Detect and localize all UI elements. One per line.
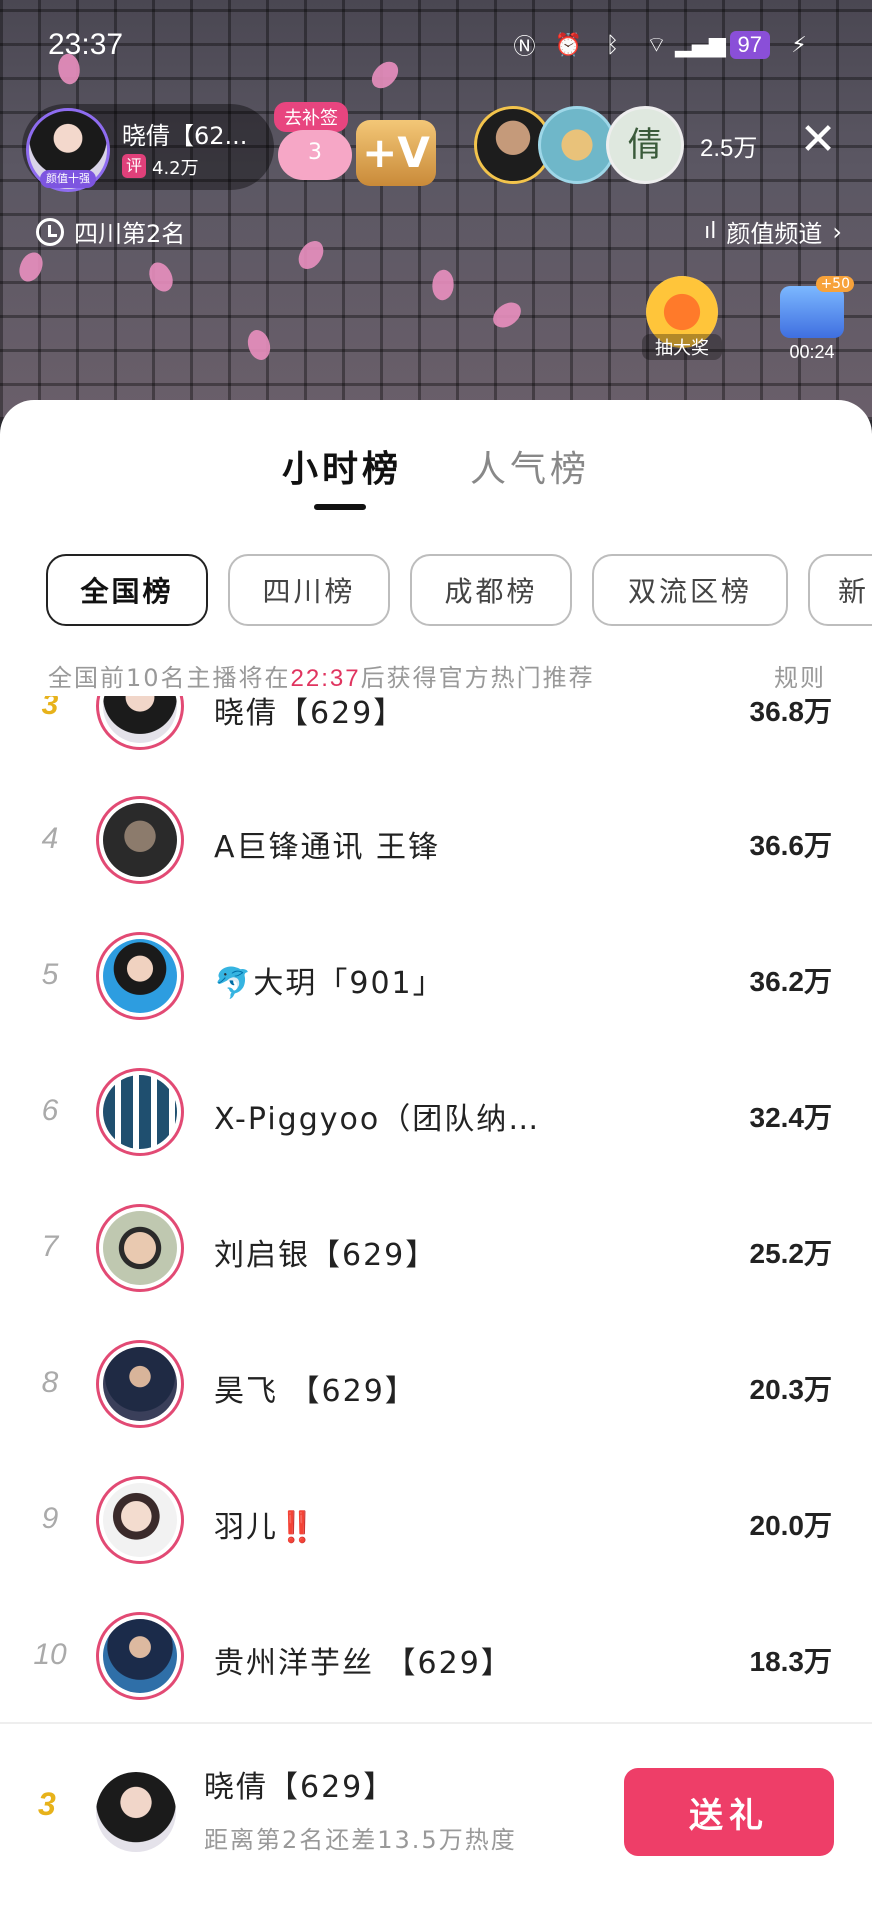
- ranking-list: 3 晓倩【629】 36.8万 4 A巨锋通讯 王锋 36.6万 5 🐬大玥「9…: [0, 696, 872, 1700]
- viewer-avatar[interactable]: 倩: [606, 106, 684, 184]
- notice-prefix: 全国前10名主播将在: [48, 664, 291, 692]
- rank-number: 4: [41, 822, 59, 855]
- tab-hourly[interactable]: 小时榜: [282, 440, 402, 492]
- self-rank-number: 3: [38, 1786, 56, 1822]
- channel-label: 颜值频道: [726, 220, 823, 248]
- ranking-row[interactable]: 9 羽儿‼️ 20.0万: [0, 1454, 872, 1590]
- battery-level: 97: [729, 31, 770, 59]
- chip-more[interactable]: 新: [808, 554, 872, 626]
- gift-box-icon: +50: [780, 276, 854, 338]
- channel-link[interactable]: ıl 颜值频道 ›: [704, 214, 842, 249]
- rank-number: 10: [33, 1638, 67, 1671]
- score: 36.6万: [749, 830, 833, 861]
- signal-icon: ▂▄▆: [675, 32, 726, 58]
- chip-sichuan[interactable]: 四川榜: [228, 554, 390, 626]
- notice-time: 22:37: [290, 665, 361, 692]
- streamer-name: 昊飞 【629】: [214, 1374, 417, 1409]
- status-icons: Ⓝ ⏰ ᛒ ⌔ ▂▄▆ 97 ⚡: [510, 30, 814, 60]
- score: 36.2万: [749, 966, 833, 997]
- bucha-widget[interactable]: 去补签 3 +V: [274, 102, 442, 186]
- tab-underline: [314, 504, 366, 510]
- avatar: [96, 1340, 184, 1428]
- notice-suffix: 后获得官方热门推荐: [360, 664, 595, 692]
- rank-number: 3: [41, 696, 59, 721]
- streamer-name: 刘启银【629】: [214, 1238, 438, 1273]
- bluetooth-icon: ᛒ: [605, 32, 620, 58]
- rank-number: 6: [41, 1094, 59, 1127]
- score: 20.3万: [749, 1374, 833, 1405]
- self-name: 晓倩【629】: [204, 1770, 396, 1805]
- lottery-widget[interactable]: 抽大奖: [642, 276, 722, 366]
- location-rank[interactable]: 四川第2名: [36, 214, 185, 249]
- avatar: [96, 1612, 184, 1700]
- ranking-row[interactable]: 5 🐬大玥「901」 36.2万: [0, 910, 872, 1046]
- score: 20.0万: [749, 1510, 833, 1541]
- avatar: [96, 932, 184, 1020]
- ranking-row[interactable]: 8 昊飞 【629】 20.3万: [0, 1318, 872, 1454]
- streamer-name: A巨锋通讯 王锋: [214, 830, 441, 865]
- ranking-row[interactable]: 7 刘启银【629】 25.2万: [0, 1182, 872, 1318]
- wifi-icon: ⌔: [646, 33, 667, 58]
- rules-link[interactable]: 规则: [774, 658, 826, 693]
- ranking-row[interactable]: 6 X-Piggyoo（团队纳… 32.4万: [0, 1046, 872, 1182]
- avatar: [96, 1068, 184, 1156]
- rank-number: 9: [41, 1502, 59, 1535]
- region-chips: 全国榜 四川榜 成都榜 双流区榜 新: [46, 554, 872, 628]
- bucha-count: 3: [278, 130, 352, 180]
- alarm-icon: ⏰: [554, 32, 583, 58]
- timer-label: 00:24: [789, 342, 835, 362]
- score: 25.2万: [749, 1238, 833, 1269]
- tab-popularity[interactable]: 人气榜: [470, 440, 590, 492]
- lottery-label: 抽大奖: [642, 334, 722, 360]
- self-gap-text: 距离第2名还差13.5万热度: [204, 1826, 517, 1854]
- bucha-tag: 去补签: [274, 102, 348, 132]
- streamer-name: 羽儿‼️: [214, 1510, 318, 1545]
- ranking-tabs: 小时榜 人气榜: [0, 440, 872, 520]
- score: 18.3万: [749, 1646, 833, 1677]
- chip-shuangliu[interactable]: 双流区榜: [592, 554, 788, 626]
- avatar: [96, 1476, 184, 1564]
- rank-number: 7: [41, 1230, 59, 1263]
- rank-number: 5: [41, 958, 59, 991]
- score: 36.8万: [749, 696, 833, 727]
- viewer-count[interactable]: 2.5万: [700, 128, 757, 163]
- nfc-icon: Ⓝ: [513, 35, 536, 60]
- clock: 23:37: [48, 28, 124, 61]
- streamer-name: 🐬大玥「901」: [214, 966, 445, 1001]
- avatar: [96, 1204, 184, 1292]
- ranking-row[interactable]: 3 晓倩【629】 36.8万: [0, 696, 872, 774]
- location-rank-text: 四川第2名: [74, 220, 186, 248]
- ranking-row[interactable]: 4 A巨锋通讯 王锋 36.6万: [0, 774, 872, 910]
- score: 32.4万: [749, 1102, 833, 1133]
- timer-plus-badge: +50: [816, 276, 854, 292]
- ranking-sheet: 小时榜 人气榜 全国榜 四川榜 成都榜 双流区榜 新 全国前10名主播将在22:…: [0, 400, 872, 1920]
- anchor-tag: 颜值十强: [40, 170, 96, 188]
- anchor-fans-count: 4.2万: [152, 158, 199, 179]
- chevron-right-icon: ›: [832, 217, 842, 246]
- bars-icon: ıl: [704, 219, 717, 244]
- rank-number: 8: [41, 1366, 59, 1399]
- avatar: [96, 796, 184, 884]
- chip-national[interactable]: 全国榜: [46, 554, 208, 626]
- chip-chengdu[interactable]: 成都榜: [410, 554, 572, 626]
- ranking-row[interactable]: 10 贵州洋芋丝 【629】 18.3万: [0, 1590, 872, 1700]
- streamer-name: 晓倩【629】: [214, 696, 406, 731]
- self-rank-bar: 3 晓倩【629】 距离第2名还差13.5万热度 送礼: [0, 1722, 872, 1920]
- streamer-name: 贵州洋芋丝 【629】: [214, 1646, 513, 1681]
- charging-icon: ⚡: [791, 32, 807, 58]
- self-avatar: [96, 1772, 176, 1852]
- timer-widget[interactable]: +50 00:24: [770, 276, 854, 364]
- streamer-name: X-Piggyoo（团队纳…: [214, 1102, 541, 1137]
- viewer-avatar[interactable]: [538, 106, 616, 184]
- ranking-notice: 全国前10名主播将在22:37后获得官方热门推荐: [48, 658, 595, 693]
- status-bar: 23:37 Ⓝ ⏰ ᛒ ⌔ ▂▄▆ 97 ⚡: [0, 0, 872, 92]
- send-gift-button[interactable]: 送礼: [624, 1768, 834, 1856]
- anchor-badge: 评: [122, 154, 146, 178]
- v-badge: +V: [356, 120, 436, 186]
- clock-icon: [36, 217, 64, 246]
- anchor-name: 晓倩【62...: [122, 122, 248, 150]
- avatar: [96, 696, 184, 750]
- close-icon[interactable]: ✕: [796, 118, 840, 162]
